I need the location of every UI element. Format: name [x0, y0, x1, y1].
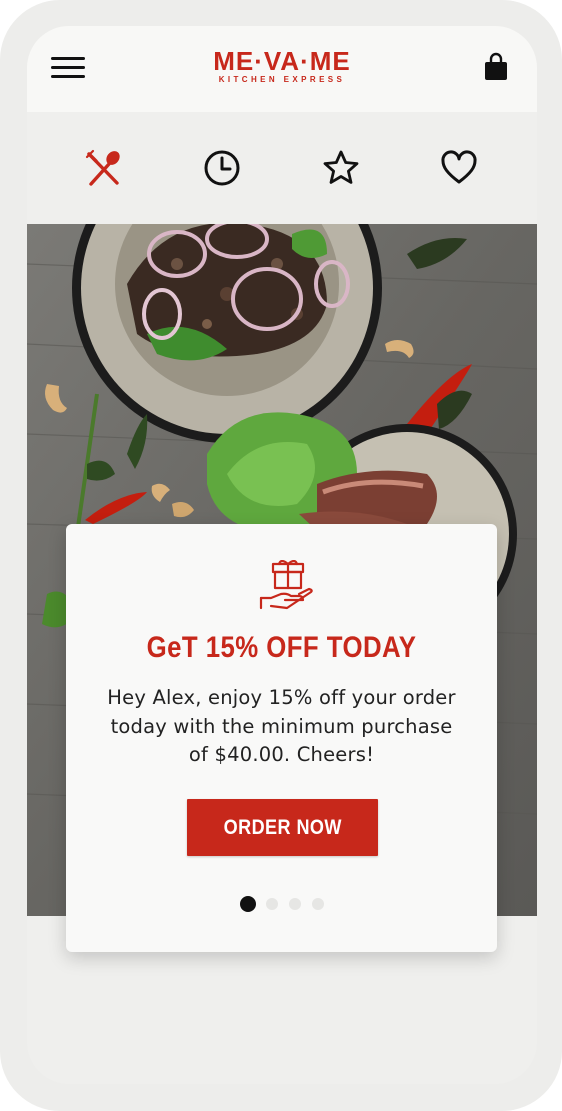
logo-sub-text: KITCHEN EXPRESS	[218, 75, 346, 84]
carousel-dot-4[interactable]	[312, 898, 324, 910]
category-tab-bar	[27, 112, 537, 224]
hamburger-menu-icon[interactable]	[51, 54, 85, 80]
order-now-label: ORDER NOW	[223, 815, 342, 839]
star-icon[interactable]	[321, 148, 361, 188]
app-header: ME·VA·ME KITCHEN EXPRESS	[27, 26, 537, 112]
carousel-dot-1[interactable]	[240, 896, 256, 912]
heart-icon[interactable]	[439, 148, 479, 188]
promo-message: Hey Alex, enjoy 15% off your order today…	[107, 686, 456, 766]
carousel-dot-2[interactable]	[266, 898, 278, 910]
logo-main-text: ME·VA·ME	[213, 46, 351, 76]
brand-logo[interactable]: ME·VA·ME KITCHEN EXPRESS	[177, 48, 387, 85]
carousel-dot-3[interactable]	[289, 898, 301, 910]
promo-title: GeT 15% OFF TODAY	[146, 631, 417, 664]
order-now-button[interactable]: ORDER NOW	[187, 799, 378, 856]
carousel-pagination	[240, 896, 330, 914]
fork-spoon-icon[interactable]	[83, 148, 123, 188]
phone-frame: ME·VA·ME KITCHEN EXPRESS GeT 15% OFF TOD…	[0, 0, 562, 1111]
clock-icon[interactable]	[202, 148, 242, 188]
gift-hand-icon	[259, 560, 313, 610]
app-screen: ME·VA·ME KITCHEN EXPRESS GeT 15% OFF TOD…	[27, 26, 537, 1084]
promo-card: GeT 15% OFF TODAY Hey Alex, enjoy 15% of…	[66, 524, 497, 952]
shopping-bag-icon[interactable]	[483, 52, 509, 82]
